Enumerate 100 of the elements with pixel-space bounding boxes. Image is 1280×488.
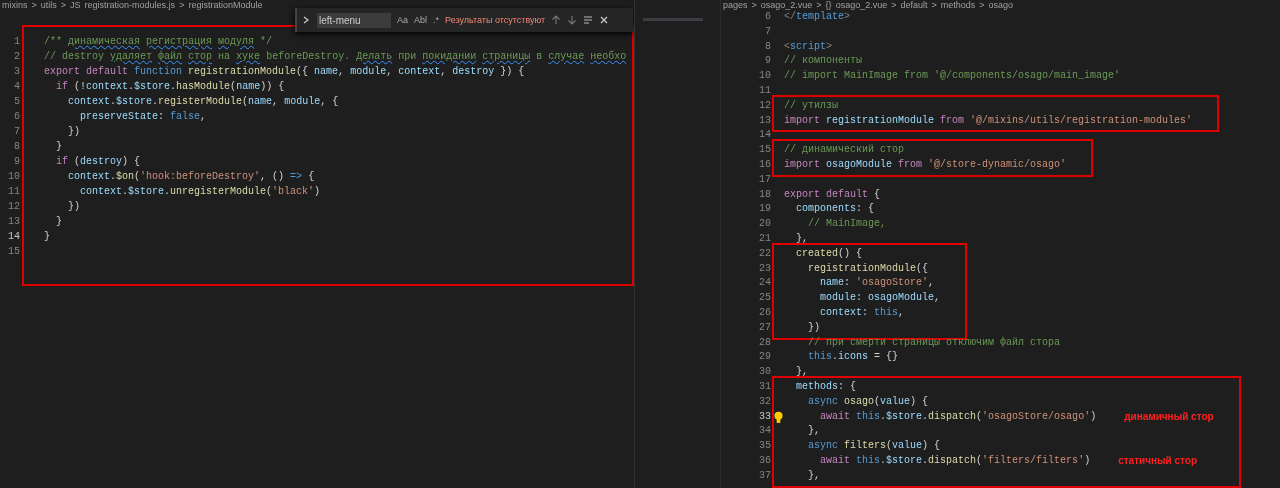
search-option[interactable]: Aa bbox=[397, 15, 408, 25]
breadcrumb-item[interactable]: {} bbox=[825, 0, 832, 10]
breadcrumb-item[interactable]: > bbox=[751, 0, 757, 10]
code-line: context.$store.unregisterModule('black') bbox=[79, 185, 321, 199]
line-number: 20 bbox=[758, 217, 771, 232]
code-line: // утилзы bbox=[784, 98, 838, 113]
line-number: 27 bbox=[758, 320, 771, 335]
code-line: } bbox=[55, 215, 62, 229]
line-number: 4 bbox=[13, 80, 20, 94]
code-line: async osago(value) { bbox=[807, 394, 929, 409]
breadcrumb-item[interactable]: registration-modules.js bbox=[84, 0, 176, 10]
line-number: 16 bbox=[758, 157, 771, 172]
line-number: 23 bbox=[758, 261, 771, 276]
code-line: // import MainImage from '@/components/osago/main_image' bbox=[784, 69, 1121, 84]
code-line: // destroy удаляет файл стор на хуке beforeDestroy. Делать при покидании страницы в случае необхо bbox=[44, 49, 627, 64]
code-line: created() { bbox=[795, 246, 863, 261]
line-number: 19 bbox=[758, 202, 771, 217]
line-number: 9 bbox=[13, 155, 20, 169]
line-number: 7 bbox=[13, 125, 20, 139]
line-number: 6 bbox=[764, 10, 771, 24]
search-option[interactable]: Abl bbox=[414, 15, 428, 25]
line-number: 18 bbox=[758, 187, 771, 202]
arrow-up-icon[interactable] bbox=[551, 15, 562, 25]
breadcrumb-item[interactable]: > bbox=[979, 0, 985, 10]
code-line: components: { bbox=[795, 202, 875, 217]
line-number: 17 bbox=[758, 172, 771, 187]
code-line: await this.$store.dispatch('osagoStore/osago') bbox=[819, 409, 1097, 424]
breadcrumb-item[interactable]: osago bbox=[988, 0, 1014, 10]
line-number: 8 bbox=[764, 39, 771, 54]
line-number: 36 bbox=[758, 453, 771, 468]
line-number: 25 bbox=[758, 291, 771, 306]
line-number: 11 bbox=[758, 84, 771, 98]
search-result-text: Результаты отсутствуют bbox=[445, 15, 546, 25]
code-line: }) bbox=[67, 125, 80, 139]
annotation-text: динамичный стор bbox=[1124, 409, 1214, 424]
line-number: 7 bbox=[764, 24, 771, 39]
breadcrumb-item[interactable]: pages bbox=[723, 0, 748, 10]
breadcrumb-item[interactable]: > bbox=[931, 0, 937, 10]
breadcrumb-item[interactable]: utils bbox=[40, 0, 57, 10]
line-number: 11 bbox=[7, 185, 20, 199]
search-option[interactable]: .* bbox=[433, 15, 440, 25]
breadcrumb-item[interactable]: > bbox=[816, 0, 822, 10]
code-line: }, bbox=[807, 424, 820, 439]
code-line: // динамический стор bbox=[784, 143, 905, 158]
code-line: import registrationModule from '@/mixins/utils/registration-modules' bbox=[784, 113, 1193, 128]
line-number: 29 bbox=[758, 350, 771, 365]
code-line: preserveState: false, bbox=[79, 110, 207, 124]
chevron-icon[interactable] bbox=[301, 15, 311, 25]
breadcrumb-item[interactable]: registrationModule bbox=[188, 0, 263, 10]
line-number: 2 bbox=[13, 50, 20, 64]
line-number: 34 bbox=[758, 424, 771, 439]
code-line: context.$store.registerModule(name, module, { bbox=[67, 95, 339, 109]
code-line: import osagoModule from '@/store-dynamic/osago' bbox=[784, 157, 1067, 172]
code-line: if (!context.$store.hasModule(name)) { bbox=[55, 80, 285, 94]
breadcrumb-item[interactable]: methods bbox=[940, 0, 976, 10]
line-number: 37 bbox=[758, 468, 771, 483]
line-number: 10 bbox=[7, 170, 20, 184]
search-field[interactable]: left-menu bbox=[317, 12, 391, 28]
breadcrumb-item[interactable]: > bbox=[179, 0, 185, 10]
code-line: context: this, bbox=[819, 305, 905, 320]
code-line: methods: { bbox=[795, 379, 857, 394]
line-number: 6 bbox=[13, 110, 20, 124]
code-line: } bbox=[44, 230, 50, 244]
breadcrumb-item[interactable]: default bbox=[900, 0, 928, 10]
line-number: 10 bbox=[758, 69, 771, 84]
line-number: 5 bbox=[13, 95, 20, 109]
breadcrumb-item[interactable]: > bbox=[60, 0, 67, 10]
breadcrumb-item[interactable]: > bbox=[891, 0, 897, 10]
code-line: registrationModule({ bbox=[807, 261, 929, 276]
line-number: 13 bbox=[758, 113, 771, 128]
code-line: }, bbox=[795, 365, 808, 380]
lightbulb-icon[interactable] bbox=[774, 410, 783, 424]
line-number: 26 bbox=[758, 305, 771, 320]
code-line: // при смерти страницы отключим файл стора bbox=[807, 335, 1061, 350]
arrow-down-icon[interactable] bbox=[567, 15, 578, 25]
code-line: /** динамическая регистрация модуля */ bbox=[44, 35, 273, 49]
breadcrumb-item[interactable]: mixins bbox=[2, 0, 28, 10]
code-line: this.icons = {} bbox=[807, 350, 899, 365]
code-line: }) bbox=[807, 320, 820, 335]
code-line: }, bbox=[807, 468, 820, 483]
code-line: // компоненты bbox=[784, 54, 862, 69]
breadcrumb-item[interactable]: JS bbox=[70, 0, 81, 10]
close-icon[interactable] bbox=[599, 15, 610, 25]
breadcrumb-item[interactable]: osago_2.vue bbox=[835, 0, 888, 10]
list-icon[interactable] bbox=[583, 15, 594, 25]
code-line: export default { bbox=[784, 187, 881, 202]
code-line: </template> bbox=[784, 10, 851, 24]
code-line: // MainImage, bbox=[807, 217, 887, 232]
line-number: 9 bbox=[764, 54, 771, 69]
breadcrumb-item[interactable]: > bbox=[31, 0, 37, 10]
code-line: } bbox=[55, 140, 62, 154]
line-number: 12 bbox=[7, 200, 20, 214]
line-number: 13 bbox=[7, 215, 20, 229]
line-number: 8 bbox=[13, 140, 20, 154]
line-number: 31 bbox=[758, 379, 771, 394]
breadcrumb-item[interactable]: osago_2.vue bbox=[760, 0, 813, 10]
code-line: if (destroy) { bbox=[55, 155, 141, 169]
line-number: 22 bbox=[758, 246, 771, 261]
line-number: 28 bbox=[758, 335, 771, 350]
line-number: 3 bbox=[13, 65, 20, 79]
